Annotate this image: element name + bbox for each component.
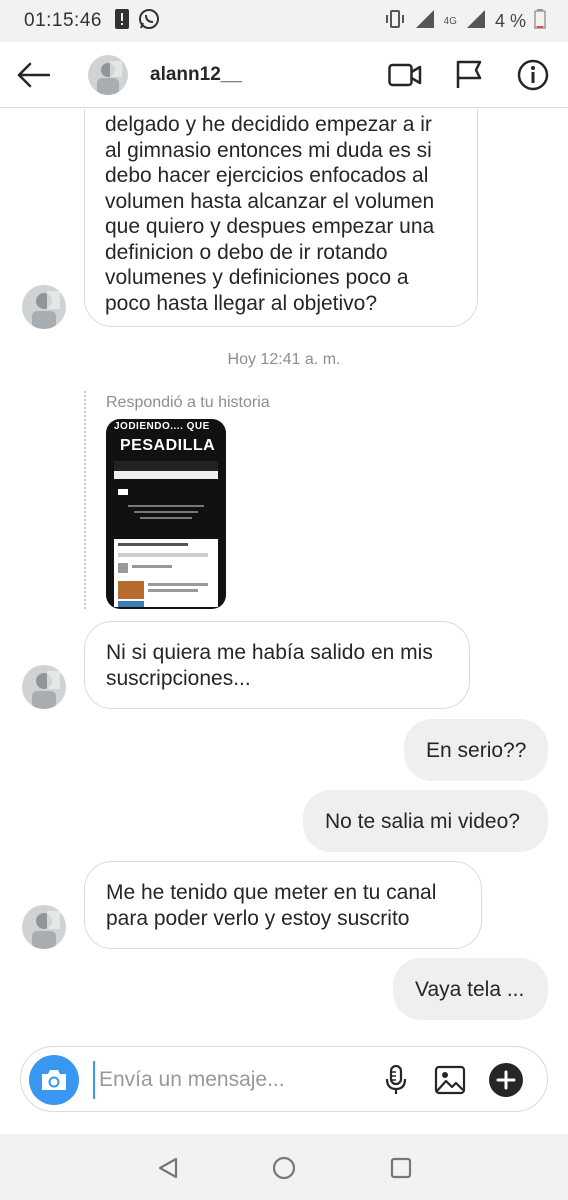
info-icon[interactable] bbox=[514, 57, 552, 93]
signal-icon bbox=[465, 9, 487, 34]
battery-icon bbox=[534, 8, 546, 34]
chat-username[interactable]: alann12__ bbox=[150, 64, 242, 86]
message-bubble-incoming[interactable]: Ni si quiera me había salido en mis susc… bbox=[84, 621, 470, 709]
story-thumbnail[interactable]: JODIENDO.... QUE PESADILLA bbox=[106, 419, 226, 609]
message-line: poco hasta llegar al objetivo? bbox=[105, 291, 378, 315]
avatar[interactable] bbox=[22, 665, 66, 709]
message-timestamp: Hoy 12:41 a. m. bbox=[227, 351, 341, 368]
story-title-main: PESADILLA bbox=[120, 437, 216, 454]
chat-header: alann12__ bbox=[0, 42, 568, 108]
message-bubble-outgoing[interactable]: No te salia mi video? bbox=[303, 790, 548, 852]
story-screenshot bbox=[114, 461, 218, 607]
message-bubble-outgoing[interactable]: Vaya tela ... bbox=[393, 958, 548, 1020]
whatsapp-icon bbox=[138, 8, 160, 35]
system-nav-bar bbox=[0, 1134, 568, 1200]
network-label: 4G bbox=[443, 15, 457, 27]
story-reply-divider bbox=[84, 391, 86, 609]
avatar[interactable] bbox=[22, 905, 66, 949]
message-line: volumen hasta alcanzar el volumen bbox=[105, 189, 435, 213]
status-bar: 01:15:46 4G 4 % bbox=[0, 0, 568, 42]
message-line: volumenes y definiciones poco a bbox=[105, 266, 409, 289]
message-composer bbox=[20, 1046, 548, 1112]
video-call-icon[interactable] bbox=[386, 57, 424, 93]
message-line: Me he tenido que meter en tu canal bbox=[106, 881, 437, 904]
message-text: Vaya tela ... bbox=[415, 978, 525, 1001]
nav-home-icon[interactable] bbox=[268, 1152, 300, 1184]
story-reply-label: Respondió a tu historia bbox=[106, 394, 270, 411]
message-line: definicion o debo de ir rotando bbox=[105, 240, 388, 264]
message-text: No te salia mi video? bbox=[325, 810, 520, 833]
avatar[interactable] bbox=[88, 55, 128, 95]
camera-icon[interactable] bbox=[29, 1055, 79, 1105]
nav-back-icon[interactable] bbox=[152, 1152, 184, 1184]
message-line: Ni si quiera me había salido en mis bbox=[106, 641, 433, 664]
gallery-icon[interactable] bbox=[431, 1061, 469, 1099]
signal-icon bbox=[414, 9, 436, 34]
message-line: delgado y he decidido empezar a ir bbox=[105, 113, 432, 136]
add-icon[interactable] bbox=[487, 1061, 525, 1099]
message-line: suscripciones... bbox=[106, 666, 251, 690]
message-line: al gimnasio entonces mi duda es si bbox=[105, 138, 432, 162]
message-bubble-outgoing[interactable]: En serio?? bbox=[404, 719, 548, 781]
alert-icon bbox=[114, 8, 130, 34]
message-bubble-incoming[interactable]: delgado y he decidido empezar a ir al gi… bbox=[84, 109, 478, 327]
microphone-icon[interactable] bbox=[377, 1061, 415, 1099]
nav-recents-icon[interactable] bbox=[385, 1152, 417, 1184]
flag-icon[interactable] bbox=[450, 57, 488, 93]
message-line: debo hacer ejercicios enfocados al bbox=[105, 164, 429, 187]
vibrate-icon bbox=[384, 8, 406, 35]
message-line: para poder verlo y estoy suscrito bbox=[106, 906, 410, 930]
message-bubble-incoming[interactable]: Me he tenido que meter en tu canal para … bbox=[84, 861, 482, 949]
message-thread[interactable]: delgado y he decidido empezar a ir al gi… bbox=[0, 109, 568, 1044]
message-input[interactable] bbox=[93, 1061, 373, 1099]
battery-text: 4 % bbox=[494, 10, 526, 31]
message-text: En serio?? bbox=[426, 739, 527, 762]
message-line: que quiero y despues empezar una bbox=[105, 215, 435, 238]
status-time: 01:15:46 bbox=[24, 10, 102, 31]
story-title-top: JODIENDO.... QUE bbox=[114, 421, 210, 432]
back-arrow-icon[interactable] bbox=[14, 57, 52, 93]
avatar[interactable] bbox=[22, 285, 66, 329]
